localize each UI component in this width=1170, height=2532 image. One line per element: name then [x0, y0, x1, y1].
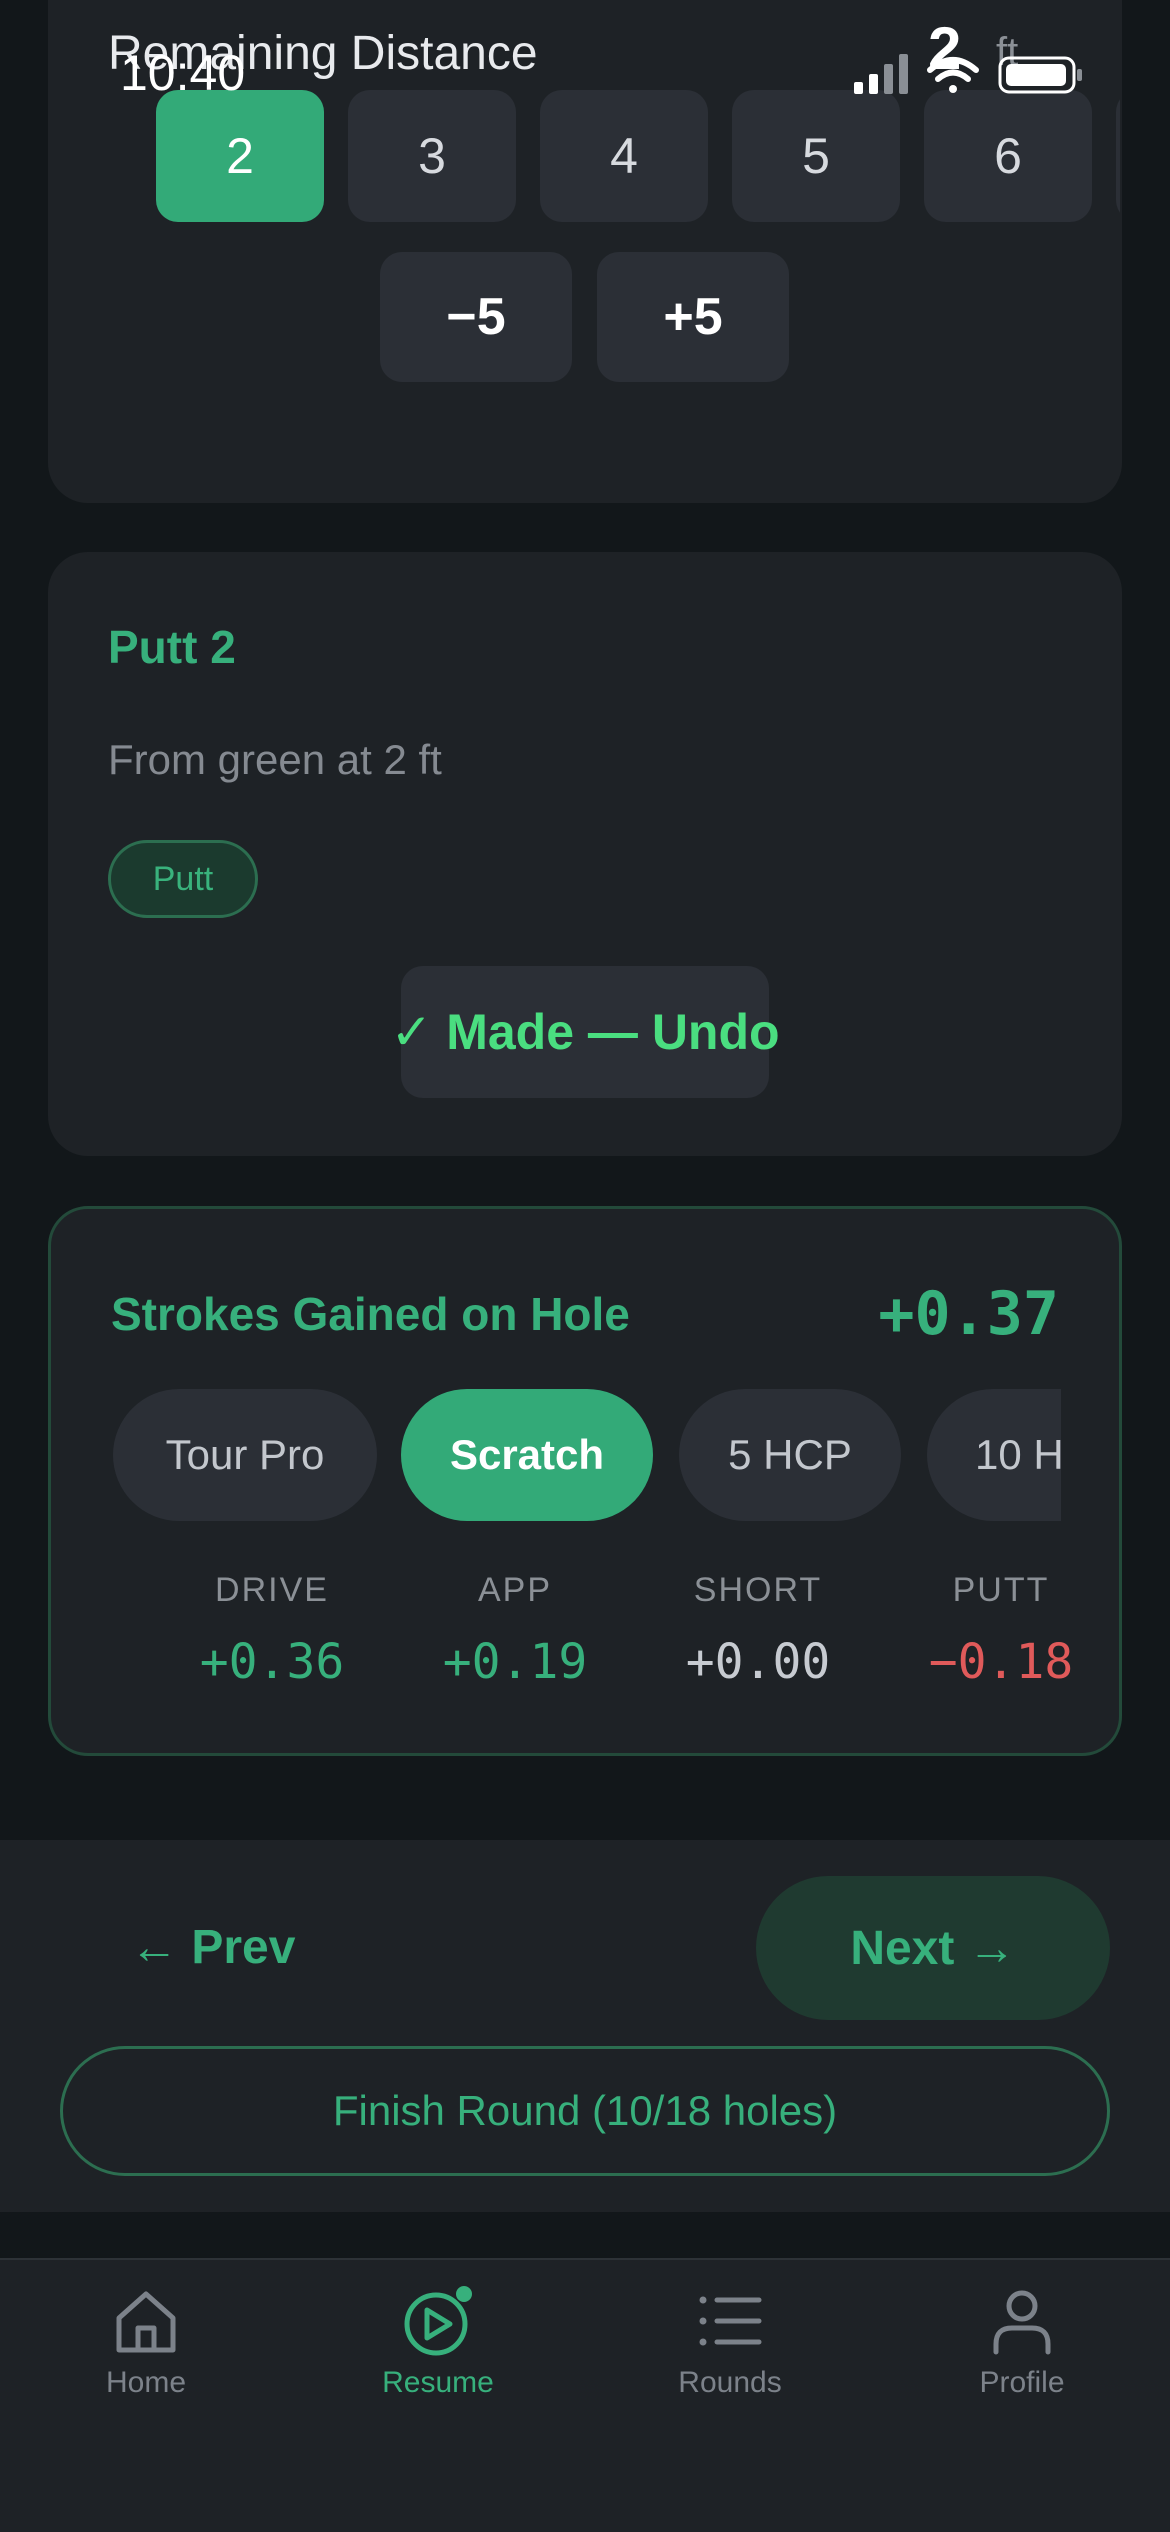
status-time: 10:40	[120, 45, 246, 101]
tab-resume-label: Resume	[382, 2366, 494, 2399]
strokes-gained-card: Strokes Gained on Hole +0.37 Tour Pro Sc…	[48, 1206, 1122, 1756]
tab-home[interactable]: Home	[46, 2286, 246, 2400]
stat-short-value: +0.00	[685, 1634, 831, 1690]
distance-option-4[interactable]: 4	[540, 90, 708, 222]
distance-options[interactable]: 2 3 4 5 6	[156, 90, 1120, 222]
level-scratch[interactable]: Scratch	[401, 1389, 653, 1521]
distance-option-5[interactable]: 5	[732, 90, 900, 222]
wifi-icon	[927, 57, 979, 93]
list-icon	[699, 2296, 762, 2346]
tab-home-label: Home	[105, 2366, 187, 2399]
distance-option-3[interactable]: 3	[348, 90, 516, 222]
stat-putt-label: PUTT	[952, 1571, 1050, 1609]
tab-bar: Home Resume Rounds Profile	[0, 2258, 1170, 2532]
plus-5-button[interactable]: +5	[597, 252, 789, 382]
stat-drive-label: DRIVE	[215, 1571, 329, 1609]
made-undo-button[interactable]: ✓ Made — Undo	[390, 966, 780, 1098]
putt-card: Putt 2 From green at 2 ft Putt ✓ Made — …	[48, 552, 1122, 1156]
home-icon	[116, 2291, 176, 2353]
stat-drive: DRIVE +0.36	[172, 1571, 372, 1690]
status-icons	[850, 52, 1090, 96]
putt-subtitle: From green at 2 ft	[108, 736, 442, 783]
level-tour-pro[interactable]: Tour Pro	[113, 1389, 377, 1521]
stat-putt-value: −0.18	[928, 1634, 1074, 1690]
tab-profile[interactable]: Profile	[922, 2286, 1122, 2400]
tab-rounds-label: Rounds	[678, 2366, 782, 2399]
distance-option-more[interactable]	[1116, 90, 1120, 222]
stat-short: SHORT +0.00	[658, 1571, 858, 1690]
distance-option-6[interactable]: 6	[924, 90, 1092, 222]
play-circle-icon	[404, 2286, 472, 2356]
stat-app: APP +0.19	[415, 1571, 615, 1690]
person-icon	[993, 2290, 1051, 2355]
battery-icon	[998, 56, 1082, 94]
stat-app-label: APP	[477, 1571, 553, 1609]
putt-tag-badge: Putt	[108, 840, 258, 918]
stat-short-label: SHORT	[693, 1571, 823, 1609]
next-hole-button[interactable]: Next →	[756, 1876, 1110, 2020]
finish-round-button[interactable]: Finish Round (10/18 holes)	[60, 2046, 1110, 2176]
level-10-hcp[interactable]: 10 H	[927, 1389, 1061, 1521]
stat-app-value: +0.19	[442, 1634, 588, 1690]
strokes-gained-total: +0.37	[878, 1279, 1059, 1349]
tab-resume[interactable]: Resume	[338, 2286, 538, 2400]
strokes-gained-title: Strokes Gained on Hole	[111, 1288, 630, 1340]
tab-profile-label: Profile	[979, 2366, 1065, 2399]
hole-navigation: ← Prev Next → Finish Round (10/18 holes)	[0, 1840, 1170, 2212]
signal-icon	[854, 54, 908, 94]
handicap-level-selector[interactable]: Tour Pro Scratch 5 HCP 10 H	[113, 1389, 1061, 1521]
level-5-hcp[interactable]: 5 HCP	[679, 1389, 901, 1521]
stat-drive-value: +0.36	[199, 1634, 345, 1690]
minus-5-button[interactable]: −5	[380, 252, 572, 382]
putt-title: Putt 2	[108, 621, 236, 673]
stat-putt: PUTT −0.18	[901, 1571, 1101, 1690]
tab-rounds[interactable]: Rounds	[630, 2286, 830, 2400]
prev-hole-button[interactable]: ← Prev	[130, 1920, 295, 1975]
distance-option-2[interactable]: 2	[156, 90, 324, 222]
